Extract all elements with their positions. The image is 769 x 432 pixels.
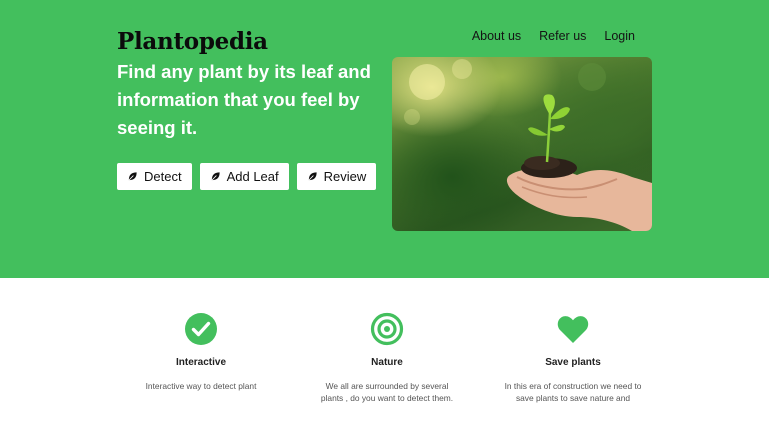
feature-title: Interactive bbox=[175, 357, 227, 368]
features-section: Interactive Interactive way to detect pl… bbox=[0, 278, 769, 432]
hero-section: Plantopedia About us Refer us Login Find… bbox=[0, 0, 769, 278]
top-nav: About us Refer us Login bbox=[472, 29, 635, 43]
feature-save-plants: Save plants In this era of construction … bbox=[493, 312, 653, 404]
brand-logo[interactable]: Plantopedia bbox=[117, 28, 268, 55]
check-circle-icon bbox=[185, 313, 217, 345]
feature-description: Interactive way to detect plant bbox=[145, 381, 257, 391]
feature-description: We all are surrounded by several plants … bbox=[320, 381, 454, 403]
feature-title: Save plants bbox=[545, 357, 601, 368]
target-icon bbox=[370, 312, 404, 346]
add-leaf-button-label: Add Leaf bbox=[226, 169, 279, 184]
review-button[interactable]: Review bbox=[296, 163, 377, 190]
leaf-icon bbox=[211, 172, 220, 181]
detect-button-label: Detect bbox=[144, 169, 182, 184]
leaf-icon bbox=[128, 172, 137, 181]
hero-image-seedling bbox=[392, 57, 652, 231]
review-button-label: Review bbox=[323, 169, 367, 184]
add-leaf-button[interactable]: Add Leaf bbox=[199, 163, 289, 190]
feature-nature: Nature We all are surrounded by several … bbox=[307, 312, 467, 404]
feature-title: Nature bbox=[371, 357, 403, 368]
detect-button[interactable]: Detect bbox=[117, 163, 192, 190]
leaf-icon bbox=[308, 172, 317, 181]
nav-refer-us[interactable]: Refer us bbox=[539, 29, 586, 43]
hero-buttons: Detect Add Leaf Review bbox=[117, 163, 384, 190]
feature-description: In this era of construction we need to s… bbox=[504, 381, 642, 403]
feature-interactive: Interactive Interactive way to detect pl… bbox=[121, 312, 281, 392]
heart-icon bbox=[557, 316, 589, 343]
hero-headline: Find any plant by its leaf and informati… bbox=[117, 61, 371, 138]
nav-about-us[interactable]: About us bbox=[472, 29, 521, 43]
nav-login[interactable]: Login bbox=[604, 29, 635, 43]
